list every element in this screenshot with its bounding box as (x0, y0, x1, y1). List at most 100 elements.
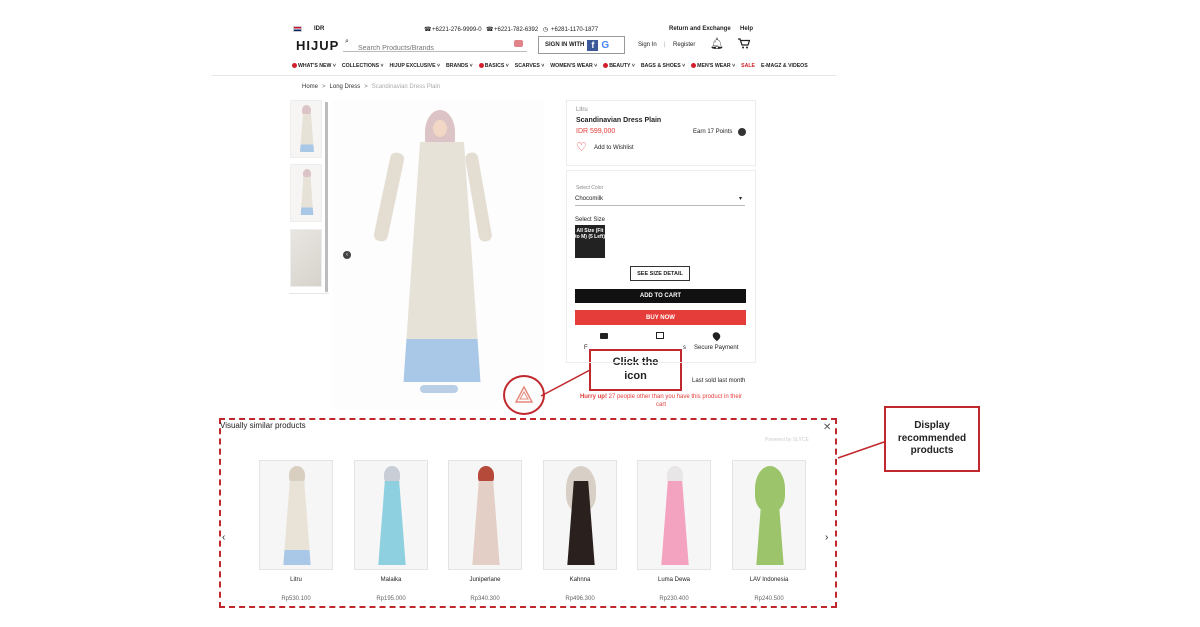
google-icon[interactable]: G (601, 40, 609, 51)
cart-icon[interactable] (738, 38, 750, 49)
similar-product-name[interactable]: LAV Indonesia (732, 577, 806, 583)
model-left-arm (372, 151, 406, 243)
add-to-cart-label: ADD TO CART (639, 293, 682, 299)
size-detail-label: SEE SIZE DETAIL (637, 270, 683, 277)
similar-product-card[interactable] (543, 460, 617, 570)
product-name: Scandinavian Dress Plain (576, 117, 662, 124)
register-link[interactable]: Register (673, 42, 695, 48)
last-sold-label: Last sold last month (692, 378, 746, 384)
bell-icon[interactable]: 🔔︎ (710, 37, 724, 50)
nav-item-sale[interactable]: SALE (741, 63, 755, 69)
nav-item-what-s-new[interactable]: WHAT'S NEW ˅ (292, 63, 336, 69)
hijup-logo[interactable]: HIJUP (296, 38, 339, 53)
similar-product-card[interactable] (448, 460, 522, 570)
thumbnail-divider (289, 293, 329, 294)
camera-icon[interactable] (514, 40, 523, 47)
sign-in-link[interactable]: Sign In (638, 42, 657, 48)
select-size-label: Select Size (575, 217, 606, 223)
buy-now-button[interactable]: BUY NOW (575, 310, 746, 325)
size-detail-button[interactable]: SEE SIZE DETAIL (630, 266, 690, 281)
whatsapp-icon: ◷ (543, 27, 549, 33)
similar-product-card[interactable] (259, 460, 333, 570)
thumbnail-1[interactable] (290, 100, 322, 158)
nav-item-bags-shoes[interactable]: BAGS & SHOES ˅ (641, 63, 685, 69)
sign-in-with-label: SIGN IN WITH (545, 42, 585, 48)
hurry-message: Hurry up! 27 people other than you have … (575, 393, 747, 410)
facebook-icon[interactable]: f (587, 39, 599, 51)
similar-product-card[interactable] (732, 460, 806, 570)
search-bar[interactable]: ⌕ (343, 37, 527, 52)
breadcrumb-home[interactable]: Home (302, 84, 318, 90)
feature-shipping-label: F (584, 345, 588, 351)
product-brand[interactable]: Litru (576, 107, 588, 113)
secure-payment-label: Secure Payment (694, 345, 739, 351)
search-icon: ⌕ (345, 38, 349, 45)
similar-product-price: Rp340.300 (470, 596, 500, 602)
help-link[interactable]: Help (740, 26, 753, 32)
model-face (433, 120, 447, 137)
similar-product-name[interactable]: Juniperlane (448, 577, 522, 583)
breadcrumb-current: Scandinavian Dress Plain (371, 84, 441, 90)
thumbnail-3[interactable] (290, 229, 322, 287)
visual-search-icon[interactable] (515, 386, 533, 403)
similar-product-card[interactable] (637, 460, 711, 570)
nav-item-hijup-exclusive[interactable]: HIJUP EXCLUSIVE ˅ (390, 63, 441, 69)
breadcrumb-separator-2: > (364, 84, 368, 90)
nav-item-collections[interactable]: COLLECTIONS ˅ (342, 63, 384, 69)
points-label: Earn 17 Points (693, 129, 733, 135)
return-exchange-link[interactable]: Return and Exchange (669, 26, 731, 32)
wishlist-link[interactable]: Add to Wishlist (594, 145, 634, 151)
product-model-dress (661, 481, 689, 565)
thumbnail-2[interactable] (290, 164, 322, 222)
color-select[interactable]: Chocomilk ▾ (575, 194, 745, 206)
thumbnail-model (302, 105, 311, 115)
similar-product-name[interactable]: Litru (259, 577, 333, 583)
chevron-down-icon: ▾ (738, 196, 742, 202)
similar-products-title: Visually similar products (220, 421, 306, 430)
feature-returns-label: s (683, 345, 686, 351)
nav-item-scarves[interactable]: SCARVES ˅ (515, 63, 544, 69)
product-model-dress (472, 481, 500, 565)
nav-item-women-s-wear[interactable]: WOMEN'S WEAR ˅ (550, 63, 597, 69)
points-info-icon[interactable] (738, 128, 746, 136)
truck-icon (600, 333, 608, 339)
next-arrow-icon[interactable]: › (825, 532, 828, 543)
phone-number-1: +6221-276-9999-0 (432, 27, 482, 33)
breadcrumb-separator: > (322, 84, 326, 90)
product-model-dress (283, 481, 311, 565)
nav-item-men-s-wear[interactable]: MEN'S WEAR ˅ (691, 63, 735, 69)
search-input[interactable] (358, 45, 508, 52)
prev-arrow-icon[interactable]: ‹ (222, 532, 225, 543)
header-divider (212, 75, 836, 76)
nav-item-e-magz-videos[interactable]: E-MAGZ & VIDEOS (761, 63, 808, 69)
box-icon (656, 332, 664, 339)
powered-by-label: Powered by SLYCE (765, 437, 809, 443)
nav-item-beauty[interactable]: BEAUTY ˅ (603, 63, 635, 69)
thumbnail-scrollbar[interactable] (325, 102, 328, 292)
similar-product-price: Rp195.000 (376, 596, 406, 602)
add-to-cart-button[interactable]: ADD TO CART (575, 289, 746, 303)
size-option-all[interactable]: All Size (Fit to M) (5 Left) (575, 225, 605, 258)
similar-product-name[interactable]: Luma Dewa (637, 577, 711, 583)
close-icon[interactable]: ✕ (823, 422, 831, 433)
buy-now-label: BUY NOW (646, 314, 675, 321)
similar-product-card[interactable] (354, 460, 428, 570)
social-sign-in: SIGN IN WITH f G (538, 36, 625, 54)
breadcrumb-category[interactable]: Long Dress (330, 84, 361, 90)
reco-callout-connector (837, 441, 885, 459)
hurry-prefix: Hurry up! (579, 394, 607, 400)
nav-item-basics[interactable]: BASICS ˅ (479, 63, 509, 69)
uk-flag-icon[interactable] (293, 26, 302, 32)
similar-product-name[interactable]: Kahnna (543, 577, 617, 583)
heart-icon[interactable]: ♡ (576, 141, 587, 153)
phone-number-2: +6221-782-6392 (494, 27, 539, 33)
model-shoes (420, 385, 458, 393)
prev-image-arrow-icon[interactable]: ‹ (343, 251, 351, 259)
similar-product-price: Rp240.500 (754, 596, 784, 602)
main-product-image (332, 100, 544, 410)
thumbnail-dress (300, 177, 314, 215)
similar-product-name[interactable]: Malaika (354, 577, 428, 583)
currency-selector[interactable]: IDR (314, 26, 324, 32)
product-price: IDR 599,000 (576, 128, 616, 135)
nav-item-brands[interactable]: BRANDS ˅ (446, 63, 473, 69)
